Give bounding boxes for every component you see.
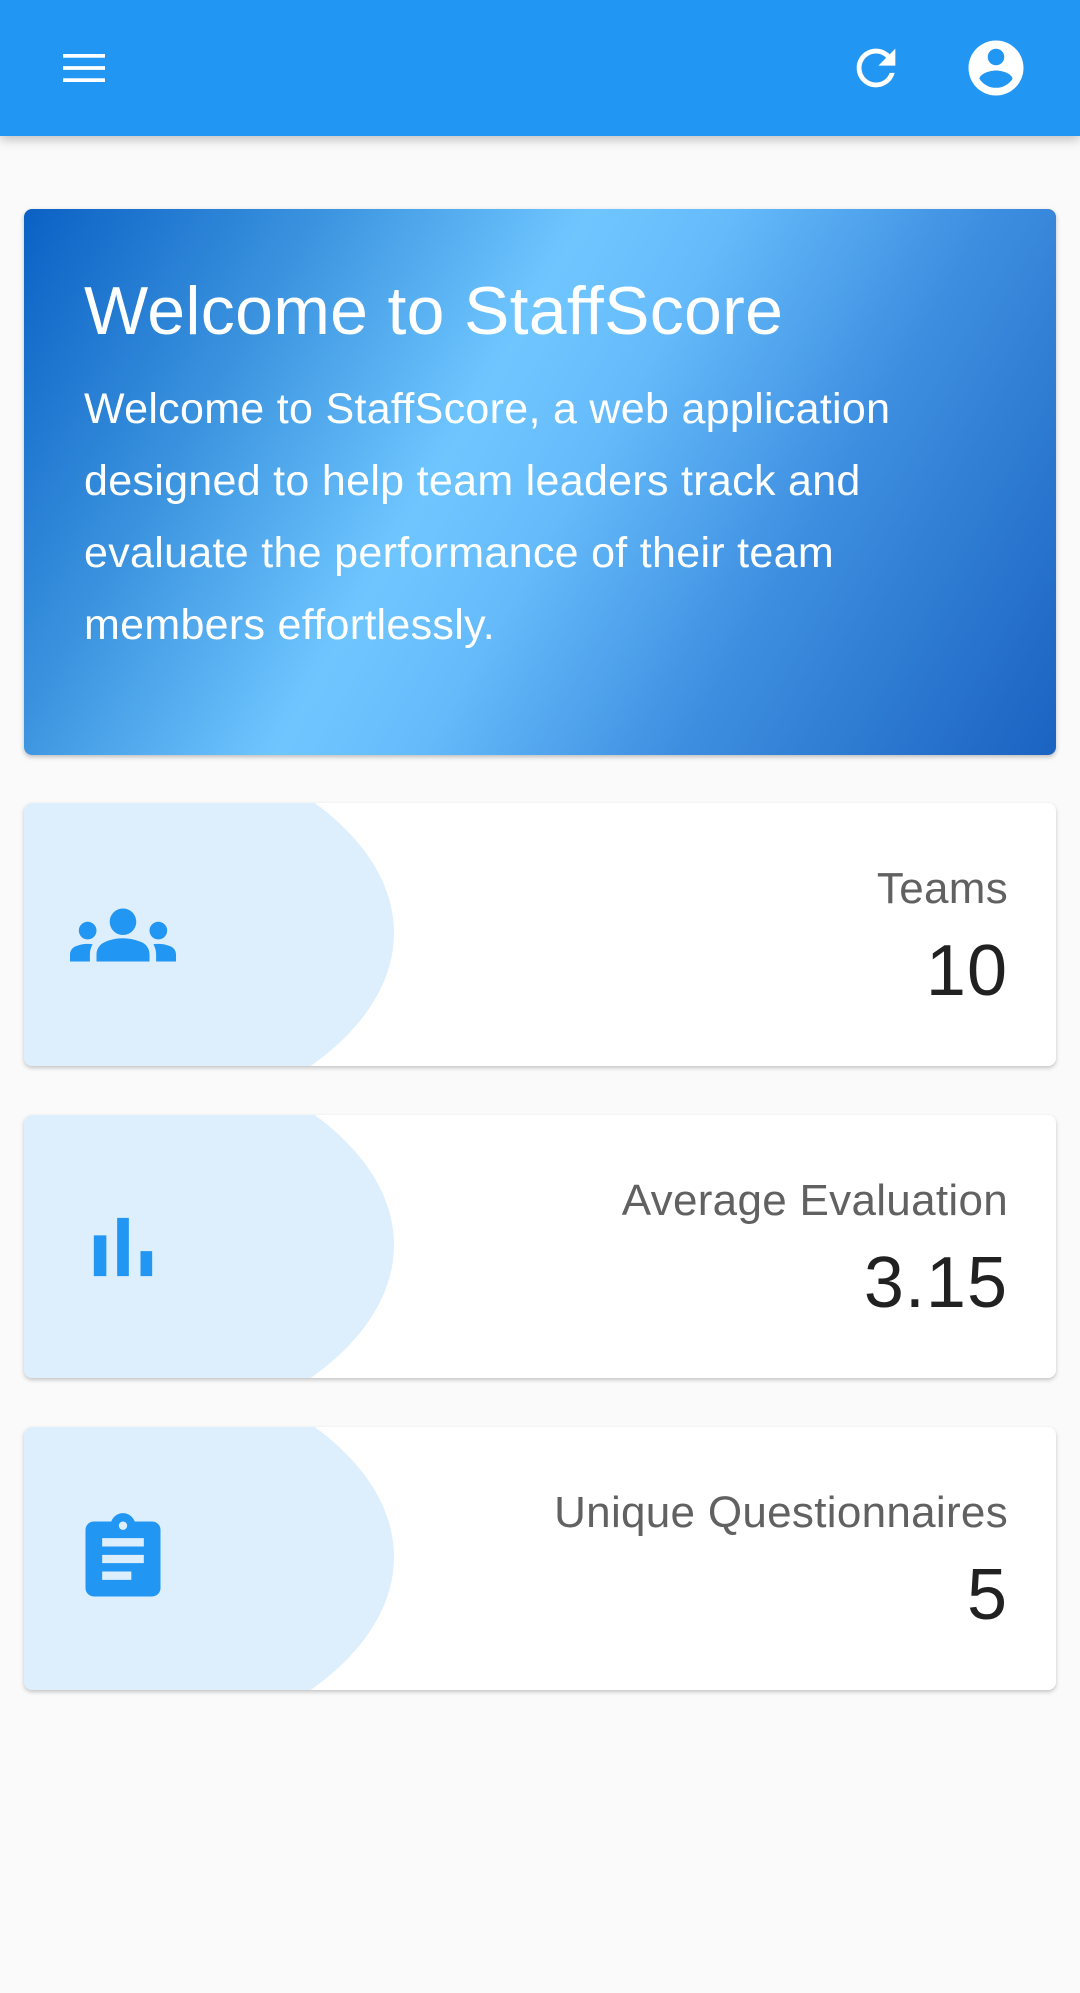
teams-value: 10 [925,931,1008,1011]
unique-questionnaires-value: 5 [966,1555,1008,1635]
average-evaluation-label: Average Evaluation [621,1176,1008,1225]
refresh-button[interactable] [832,24,920,112]
account-circle-icon [968,40,1024,96]
menu-icon [63,54,105,82]
unique-questionnaires-stat-card[interactable]: Unique Questionnaires 5 [24,1427,1056,1690]
menu-button[interactable] [40,24,128,112]
app-bar [0,0,1080,136]
bar-chart-icon [70,1194,176,1300]
groups-icon [70,882,176,988]
clipboard-icon [70,1506,176,1612]
average-evaluation-stat-card[interactable]: Average Evaluation 3.15 [24,1115,1056,1378]
unique-questionnaires-label: Unique Questionnaires [554,1488,1008,1537]
welcome-card: Welcome to StaffScore Welcome to StaffSc… [24,209,1056,755]
welcome-title: Welcome to StaffScore [84,273,784,349]
account-button[interactable] [952,24,1040,112]
teams-stat-card[interactable]: Teams 10 [24,803,1056,1066]
average-evaluation-value: 3.15 [863,1243,1008,1323]
teams-label: Teams [876,864,1008,913]
welcome-description: Welcome to StaffScore, a web application… [84,385,891,649]
refresh-icon [856,48,896,88]
